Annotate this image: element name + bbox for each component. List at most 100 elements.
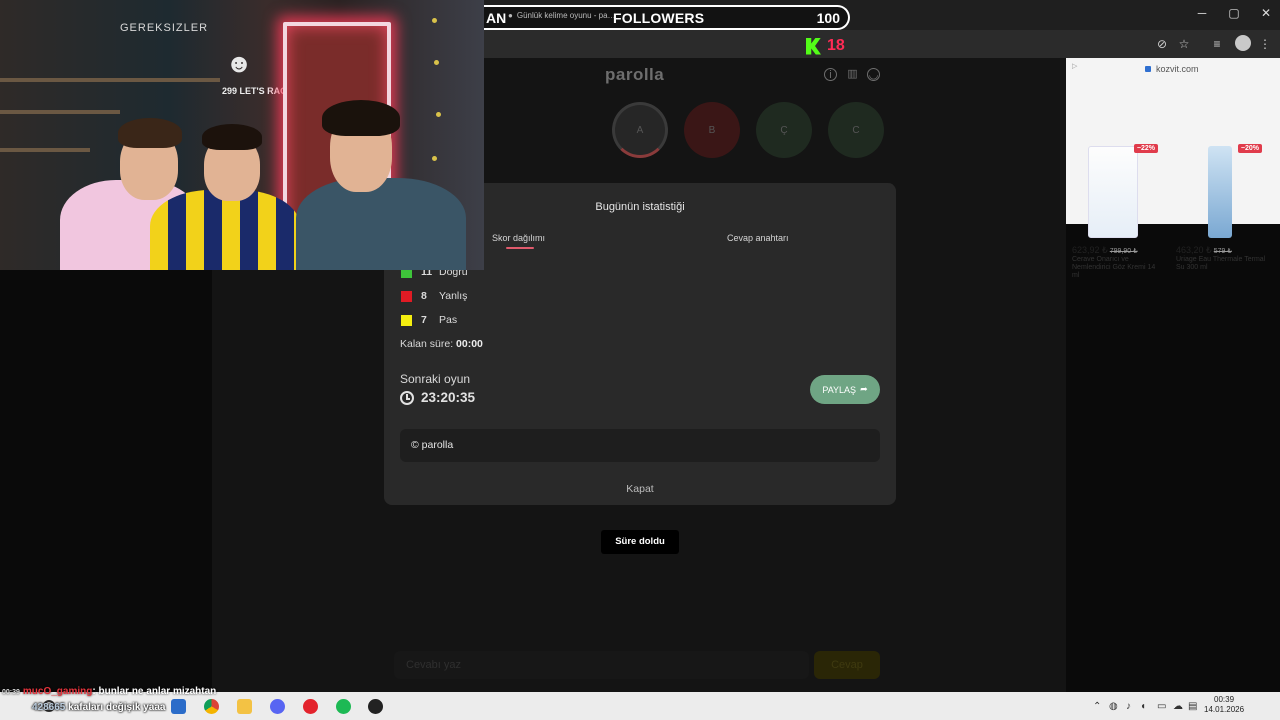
next-game-time: 23:20:35 — [421, 390, 476, 405]
product-price: 463,20 ₺ 579 ₺ — [1176, 245, 1232, 256]
answer-input[interactable]: Cevabı yaz — [394, 651, 809, 679]
ad-choices-icon[interactable]: ▷ — [1072, 62, 1077, 70]
chat-message: 00:39 mucO_gaming: bunlar ne anlar mizaht… — [2, 686, 216, 697]
eye-off-icon[interactable]: ⊘ — [1154, 36, 1170, 52]
bead-decor — [434, 60, 439, 65]
time-up-toast: Süre doldu — [601, 530, 679, 554]
clock-icon — [400, 390, 414, 405]
tab-score-distribution[interactable]: Skor dağılımı — [492, 233, 545, 243]
wrong-count: 8 — [421, 290, 427, 302]
webcam-overlay: GEREKSIZLER ☻ 299 LET'S RACE HARD — [0, 0, 484, 270]
copyright-box: © parolla — [400, 429, 880, 462]
pass-swatch — [401, 314, 412, 326]
followers-label: FOLLOWERS — [613, 9, 705, 26]
clock-time: 00:39 — [1214, 695, 1235, 704]
profile-icon[interactable]: ◡ — [867, 68, 880, 81]
followers-goal-bar: AN ● Günlük kelime oyunu - pa… FOLLOWERS… — [484, 5, 850, 30]
info-icon[interactable]: i — [824, 68, 837, 81]
product-image — [1208, 146, 1232, 238]
blue-shirt — [296, 178, 466, 270]
price-value: 623,92 ₺ — [1072, 245, 1108, 255]
bead-decor — [432, 18, 437, 23]
stats-icon[interactable]: ▥ — [846, 68, 859, 81]
hair — [202, 124, 262, 150]
shelf — [0, 78, 220, 82]
stat-row-wrong: 8 Yanlış — [401, 290, 467, 302]
game-title: parolla — [605, 65, 665, 84]
letter-circle: Ç — [756, 102, 812, 158]
bead-decor — [432, 156, 437, 161]
discount-badge: −20% — [1237, 144, 1262, 153]
tray-display-icon[interactable]: ▭ — [1157, 701, 1166, 712]
kick-logo-icon — [806, 37, 821, 55]
wall-sign: GEREKSIZLER — [120, 22, 209, 34]
close-window-button[interactable]: ✕ — [1256, 6, 1276, 20]
tray-cloud-icon[interactable]: ☁ — [1173, 701, 1183, 712]
stat-row-pass: 7 Pas — [401, 314, 457, 326]
pass-count: 7 — [421, 314, 427, 326]
folder-app-icon[interactable] — [237, 699, 252, 714]
striped-jersey — [150, 190, 300, 270]
tray-mic-icon[interactable]: ♪ — [1126, 701, 1131, 712]
letter-circle: C — [828, 102, 884, 158]
tray-chevron-icon[interactable]: ⌃ — [1093, 701, 1101, 712]
pass-label: Pas — [439, 314, 458, 326]
spotify-app-icon[interactable] — [336, 699, 351, 714]
bookmark-star-icon[interactable]: ☆ — [1176, 36, 1192, 52]
tab-answer-key[interactable]: Cevap anahtarı — [727, 233, 789, 243]
share-label: PAYLAŞ — [822, 384, 857, 395]
product-name: Cerave Onarıcı ve Nemlendirici Göz Kremi… — [1072, 256, 1156, 279]
price-value: 463,20 ₺ — [1176, 245, 1212, 255]
next-game-label: Sonraki oyun — [400, 372, 471, 386]
more-menu-icon[interactable]: ⋮ — [1257, 36, 1273, 52]
answer-submit-button[interactable]: Cevap — [814, 651, 880, 679]
obs-app-icon[interactable] — [368, 699, 383, 714]
shelf — [0, 110, 120, 114]
maximize-window-button[interactable]: ▢ — [1224, 6, 1244, 20]
media-queue-icon[interactable]: ≡ — [1209, 36, 1225, 52]
ad-product-card[interactable]: −20% 463,20 ₺ 579 ₺ Uriage Eau Thermale T… — [1170, 142, 1266, 278]
kick-viewer-badge: 18 — [806, 37, 845, 55]
tray-volume-icon[interactable]: ◖ — [1140, 701, 1146, 712]
active-tab-indicator — [506, 247, 534, 249]
close-modal-button[interactable]: Kapat — [384, 483, 896, 495]
wrong-swatch — [401, 290, 412, 302]
share-button[interactable]: PAYLAŞ ➦ — [810, 375, 880, 404]
red-app-icon[interactable] — [303, 699, 318, 714]
mask-decor-icon: ☻ — [225, 48, 253, 78]
old-price: 579 ₺ — [1213, 248, 1232, 255]
letter-circle: A — [612, 102, 668, 158]
wrong-label: Yanlış — [439, 290, 468, 302]
browser-toolbar: ⊘ ☆ ≡ ⋮ — [484, 30, 1280, 58]
old-price: 799,90 ₺ — [1109, 248, 1138, 255]
share-arrow-icon: ➦ — [860, 384, 868, 394]
chat-user: mucO_gaming — [22, 686, 93, 697]
minimize-window-button[interactable]: ─ — [1192, 6, 1212, 20]
chat-text: kafaları değişik yaaa — [68, 702, 166, 713]
kick-viewer-count: 18 — [827, 37, 845, 54]
next-game-countdown: 23:20:35 — [400, 390, 475, 405]
browser-tab[interactable]: ● Günlük kelime oyunu - pa… — [508, 11, 616, 20]
remaining-value: 00:00 — [456, 338, 483, 350]
ad-product-card[interactable]: −22% 623,92 ₺ 799,90 ₺ Cerave Onarıcı ve … — [1066, 142, 1162, 279]
ad-site-icon — [1145, 66, 1151, 72]
chat-text: : bunlar ne anlar mizahtan — [92, 686, 217, 697]
tray-wifi-icon[interactable]: ▤ — [1188, 701, 1197, 712]
chrome-app-icon[interactable] — [204, 699, 219, 714]
tab-title: Günlük kelime oyunu - pa… — [516, 11, 616, 20]
letter-circle: B — [684, 102, 740, 158]
ad-panel[interactable]: ▷ −22% 623,92 ₺ 799,90 ₺ Cerave Onarıcı v… — [1066, 58, 1280, 279]
tray-network-icon[interactable]: ◍ — [1109, 701, 1118, 712]
system-clock[interactable]: 00:39 14.01.2026 — [1204, 695, 1244, 715]
profile-avatar[interactable] — [1235, 35, 1251, 51]
product-name: Uriage Eau Thermale Termal Su 300 ml — [1176, 256, 1266, 271]
product-image — [1088, 146, 1138, 238]
discord-app-icon[interactable] — [270, 699, 285, 714]
hair — [322, 100, 400, 136]
ad-domain[interactable]: kozvit.com — [1145, 64, 1199, 74]
chat-count: 428665 — [32, 702, 66, 713]
chat-time: 00:39 — [2, 689, 20, 696]
page-right-margin — [1066, 224, 1280, 692]
tab-favicon-icon: ● — [508, 11, 513, 20]
store-app-icon[interactable] — [171, 699, 186, 714]
